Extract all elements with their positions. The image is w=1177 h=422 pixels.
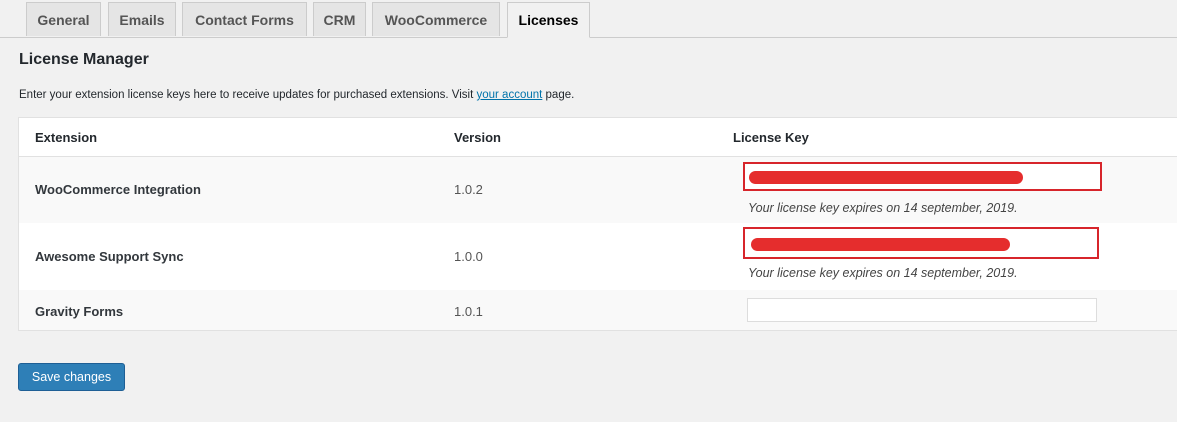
license-expiry-note: Your license key expires on 14 september… (748, 201, 1018, 215)
description-text: Enter your extension license keys here t… (19, 89, 477, 101)
license-expiry-note: Your license key expires on 14 september… (748, 266, 1018, 280)
license-table: Extension Version License Key WooCommerc… (18, 117, 1177, 331)
page-title: License Manager (19, 51, 149, 68)
extension-version: 1.0.0 (454, 249, 483, 264)
extension-name: Gravity Forms (35, 304, 124, 319)
save-changes-button[interactable]: Save changes (18, 363, 125, 391)
redaction-mark (751, 238, 1010, 251)
license-key-input[interactable] (747, 298, 1097, 322)
table-row: Gravity Forms 1.0.1 (19, 290, 1177, 330)
page-description: Enter your extension license keys here t… (19, 89, 574, 101)
tab-licenses[interactable]: Licenses (507, 2, 590, 38)
license-key-input[interactable] (743, 162, 1102, 191)
extension-version: 1.0.2 (454, 182, 483, 197)
redaction-mark (749, 171, 1023, 184)
table-row: WooCommerce Integration 1.0.2 Your licen… (19, 157, 1177, 223)
your-account-link[interactable]: your account (476, 89, 542, 101)
column-header-extension: Extension (35, 130, 98, 145)
tab-woocommerce[interactable]: WooCommerce (372, 2, 500, 36)
table-header-row: Extension Version License Key (19, 118, 1177, 157)
license-key-input[interactable] (743, 227, 1099, 259)
extension-version: 1.0.1 (454, 304, 483, 319)
settings-tab-bar: General Emails Contact Forms CRM WooComm… (0, 0, 1177, 38)
column-header-license-key: License Key (733, 130, 809, 145)
tab-crm[interactable]: CRM (313, 2, 366, 36)
description-text-end: page. (542, 89, 575, 101)
tab-general[interactable]: General (26, 2, 101, 36)
table-row: Awesome Support Sync 1.0.0 Your license … (19, 223, 1177, 290)
extension-name: Awesome Support Sync (35, 249, 184, 264)
extension-name: WooCommerce Integration (35, 182, 201, 197)
tab-contact-forms[interactable]: Contact Forms (182, 2, 307, 36)
column-header-version: Version (454, 130, 501, 145)
tab-emails[interactable]: Emails (108, 2, 176, 36)
